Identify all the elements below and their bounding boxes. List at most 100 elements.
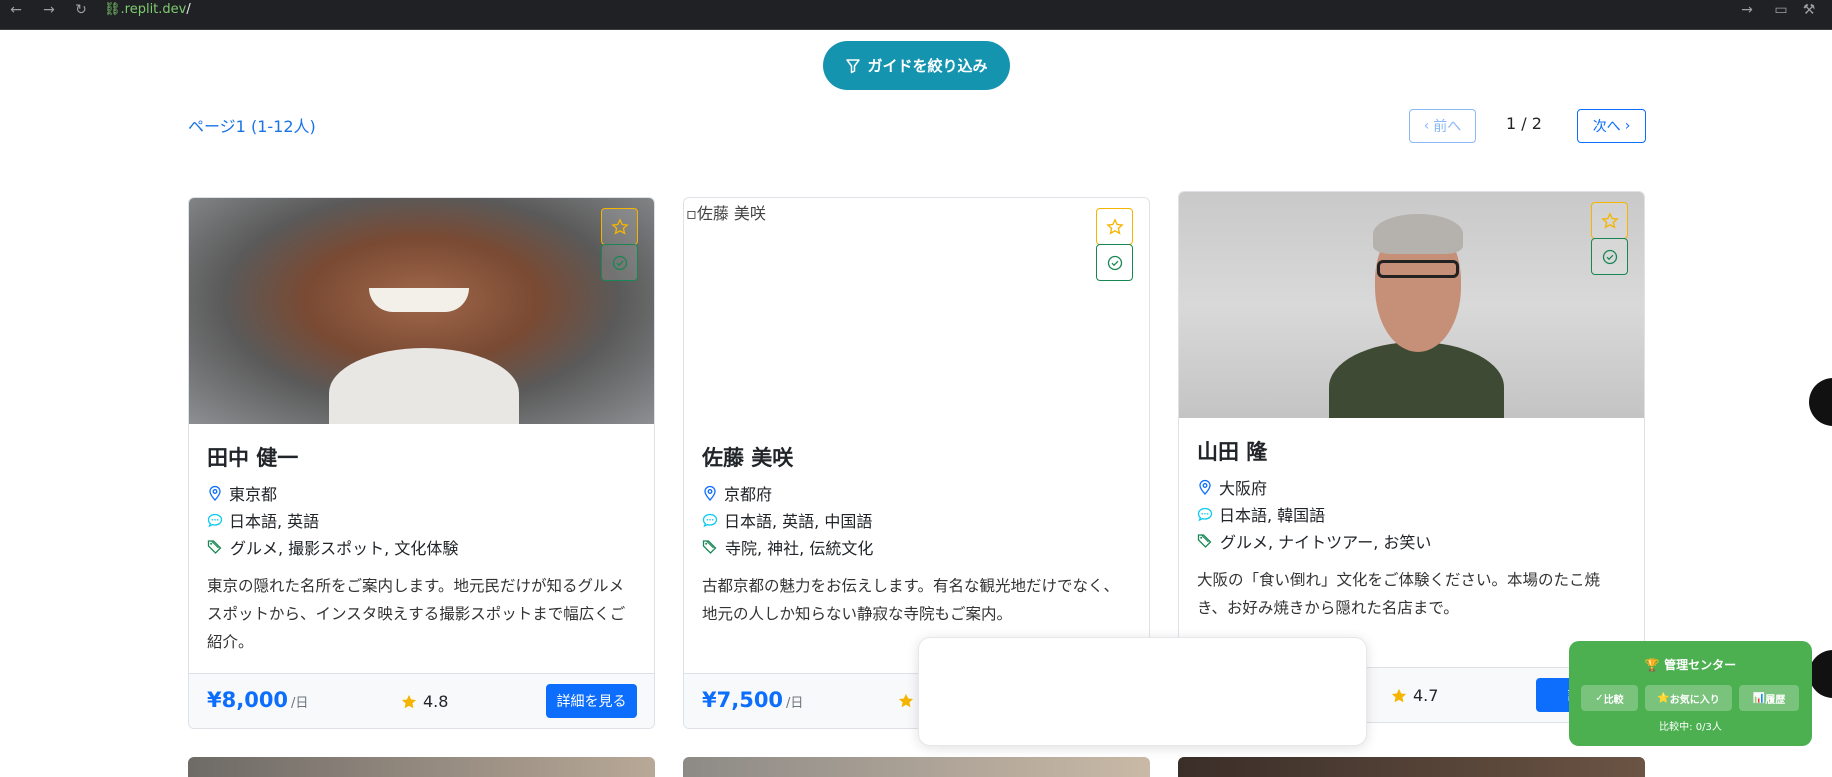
view-details-button[interactable]: 詳細を見る: [546, 684, 637, 718]
next-label: 次へ: [1592, 119, 1621, 135]
location-pin-icon: [704, 485, 716, 501]
prev-page-button[interactable]: ‹ 前へ: [1409, 109, 1476, 143]
trophy-icon: 🏆: [1644, 658, 1660, 672]
rating: [897, 692, 915, 710]
guide-photo: ▫佐藤 美咲: [684, 198, 1149, 424]
shirt-shape: [329, 348, 519, 424]
next-page-button[interactable]: 次へ ›: [1577, 109, 1646, 143]
chevron-left-icon: ‹: [1423, 118, 1430, 134]
price: ¥8,000/日: [207, 688, 308, 712]
guide-name: 田中 健一: [207, 446, 299, 470]
compare-button[interactable]: [1096, 244, 1133, 281]
compare-button[interactable]: [601, 244, 638, 281]
location-row: 東京都: [207, 482, 636, 504]
favorite-button[interactable]: [1096, 208, 1133, 245]
star-icon: ⭐: [1657, 692, 1670, 704]
broken-image-alt: ▫佐藤 美咲: [686, 204, 766, 223]
smile-shape: [369, 288, 469, 312]
compare-tab-button[interactable]: ✓ 比較: [1581, 685, 1638, 711]
history-label: 履歴: [1765, 694, 1786, 706]
favorites-tab-button[interactable]: ⭐ お気に入り: [1645, 685, 1732, 711]
price: ¥7,500/日: [702, 688, 803, 712]
image-alt-text: 佐藤 美咲: [696, 204, 766, 223]
location-row: 大阪府: [1197, 476, 1626, 498]
tags-row: グルメ, 撮影スポット, 文化体験: [207, 536, 636, 558]
star-outline-icon: [1600, 211, 1619, 229]
price-value: ¥8,000: [207, 688, 289, 712]
address-bar[interactable]: ⛓.replit.dev/: [104, 0, 191, 20]
price-unit: /日: [786, 696, 804, 711]
favorite-button[interactable]: [601, 208, 638, 245]
url-host: .replit.dev: [120, 2, 187, 17]
tag-icon: [207, 540, 222, 554]
compare-button[interactable]: [1591, 238, 1628, 275]
chat-icon: [702, 513, 718, 528]
back-icon[interactable]: ←: [6, 0, 26, 20]
favorites-label: お気に入り: [1669, 694, 1720, 706]
hair-shape: [1373, 214, 1463, 254]
guide-card-partial: [683, 757, 1150, 777]
guide-description: 東京の隠れた名所をご案内します。地元民だけが知るグルメスポットから、インスタ映え…: [207, 577, 626, 651]
chevron-right-icon: ›: [1624, 118, 1631, 134]
price-unit: /日: [291, 696, 309, 711]
guide-card-partial: [188, 757, 655, 777]
rating: 4.8: [400, 692, 448, 711]
monitor-icon[interactable]: ▭: [1771, 0, 1791, 20]
management-title: 🏆 管理センター: [1569, 656, 1812, 673]
tags-text: グルメ, 撮影スポット, 文化体験: [230, 539, 459, 558]
side-widget-lower[interactable]: [1809, 650, 1832, 698]
reload-icon[interactable]: ↻: [71, 0, 91, 20]
star-filled-icon: [1391, 688, 1407, 702]
glasses-shape: [1377, 260, 1459, 278]
guide-card: 田中 健一 東京都 日本語, 英語 グルメ, 撮影スポット, 文化体験 東京の隠…: [188, 197, 655, 729]
side-widget-upper[interactable]: [1809, 378, 1832, 426]
location-pin-icon: [209, 485, 221, 501]
tag-icon: [702, 540, 717, 554]
filter-label: ガイドを絞り込み: [867, 58, 988, 75]
management-center-panel: 🏆 管理センター ✓ 比較 ⭐ お気に入り 📊 履歴 比較中: 0/3人: [1569, 641, 1812, 746]
card-footer: ¥8,000/日 4.8 詳細を見る: [189, 673, 654, 728]
page-info: ページ1 (1-12人): [188, 117, 316, 136]
compare-status: 比較中: 0/3人: [1659, 722, 1722, 733]
location-row: 京都府: [702, 482, 1131, 504]
check-circle-icon: [612, 255, 627, 270]
rating-value: 4.7: [1413, 686, 1439, 705]
star-outline-icon: [610, 217, 629, 235]
check-icon: ✓: [1595, 692, 1604, 704]
management-title-text: 管理センター: [1664, 658, 1737, 672]
filter-guides-button[interactable]: ガイドを絞り込み: [823, 41, 1010, 90]
location-text: 大阪府: [1219, 479, 1268, 498]
forward-small-icon[interactable]: →: [1737, 0, 1757, 20]
star-filled-icon: [898, 693, 914, 708]
wrench-icon[interactable]: ⚒: [1799, 0, 1819, 20]
tags-text: グルメ, ナイトツアー, お笑い: [1220, 533, 1432, 552]
history-tab-button[interactable]: 📊 履歴: [1739, 685, 1799, 711]
rating-value: 4.8: [423, 692, 449, 711]
tags-row: グルメ, ナイトツアー, お笑い: [1197, 530, 1626, 552]
languages-row: 日本語, 韓国語: [1197, 503, 1626, 525]
location-text: 東京都: [229, 485, 278, 504]
favorite-button[interactable]: [1591, 202, 1628, 239]
tag-icon: [1197, 534, 1212, 548]
star-filled-icon: [401, 694, 417, 708]
chat-icon: [207, 513, 223, 528]
chat-icon: [1197, 507, 1213, 522]
guide-name: 佐藤 美咲: [702, 446, 794, 470]
link-icon: ⛓: [104, 2, 121, 17]
languages-text: 日本語, 英語, 中国語: [724, 512, 873, 531]
guide-photo: [189, 198, 654, 424]
page-number: 1 / 2: [1506, 114, 1542, 133]
star-outline-icon: [1105, 217, 1124, 235]
languages-text: 日本語, 韓国語: [1219, 506, 1326, 525]
popup-overlay: [918, 637, 1367, 746]
languages-row: 日本語, 英語, 中国語: [702, 509, 1131, 531]
prev-label: 前へ: [1433, 119, 1462, 135]
languages-text: 日本語, 英語: [229, 512, 320, 531]
forward-icon[interactable]: →: [39, 0, 59, 20]
chart-icon: 📊: [1752, 692, 1766, 704]
rating: 4.7: [1390, 686, 1438, 705]
filter-icon: [846, 58, 861, 73]
url-path: /: [186, 2, 191, 17]
guide-description: 大阪の「食い倒れ」文化をご体験ください。本場のたこ焼き、お好み焼きから隠れた名店…: [1197, 571, 1601, 617]
browser-toolbar: ← → ↻ ⛓.replit.dev/ → ▭ ⚒: [0, 0, 1832, 30]
